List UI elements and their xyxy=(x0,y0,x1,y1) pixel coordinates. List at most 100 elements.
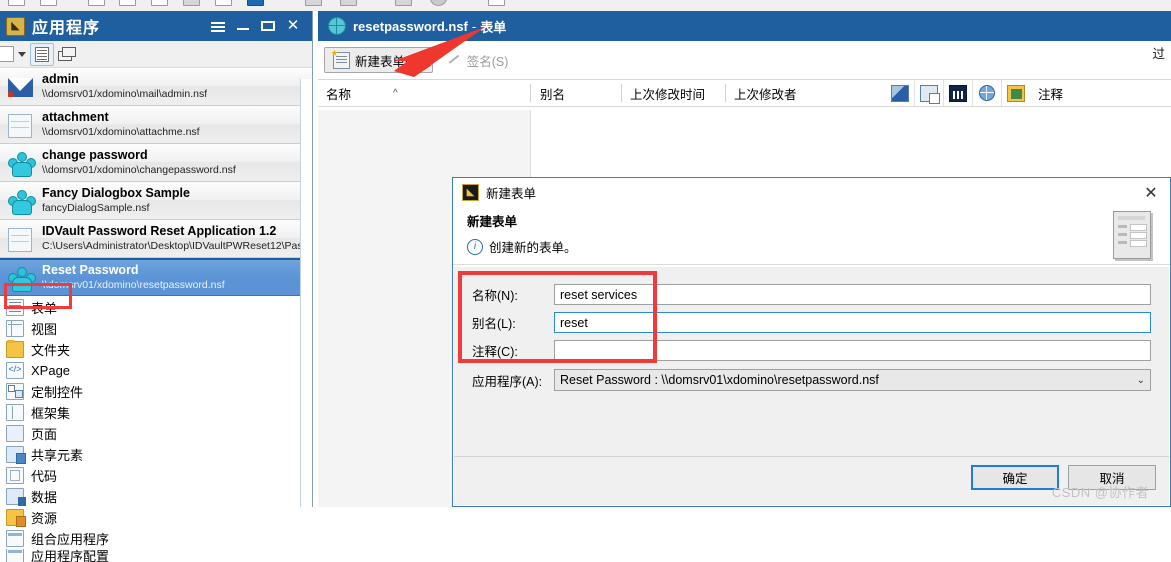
mail-icon xyxy=(8,74,34,100)
toolbar-icon[interactable] xyxy=(119,0,136,6)
column-header-name[interactable]: 名称 ^ xyxy=(326,80,398,106)
list-item-name: admin xyxy=(42,72,79,87)
page-icon xyxy=(6,425,24,442)
shared-elements-icon xyxy=(6,446,26,464)
sidebar-item-label: 定制控件 xyxy=(31,385,84,400)
chevron-down-icon: ⌄ xyxy=(1136,374,1145,386)
sidebar-item-label: 组合应用程序 xyxy=(31,532,110,547)
list-item-name: IDVault Password Reset Application 1.2 xyxy=(42,224,277,239)
list-item-name: Reset Password xyxy=(42,263,139,278)
dialog-app-icon: ◣ xyxy=(462,184,479,201)
notes-dark-icon[interactable] xyxy=(943,80,972,106)
top-toolbar-strip[interactable] xyxy=(0,0,1171,11)
column-header-modified[interactable]: 上次修改时间 xyxy=(630,80,705,106)
custom-control-icon xyxy=(6,383,24,400)
application-field-label: 应用程序(A): xyxy=(472,374,543,389)
sidebar-item-pages[interactable]: 页面 xyxy=(0,423,312,444)
dialog-title: 新建表单 xyxy=(486,187,537,201)
toolbar-icon[interactable] xyxy=(488,0,505,6)
cut-icon[interactable] xyxy=(886,80,914,106)
close-icon[interactable]: ✕ xyxy=(285,18,301,34)
sidebar-item-folders[interactable]: 文件夹 xyxy=(0,339,312,360)
sidebar-item-shared-elements[interactable]: 共享元素 xyxy=(0,444,312,465)
xpage-icon: </> xyxy=(6,362,24,379)
header-action-icons: 注释 xyxy=(886,80,1063,106)
folder-icon xyxy=(6,340,24,358)
toolbar-icon[interactable] xyxy=(215,0,232,6)
toolbar-icon[interactable] xyxy=(183,0,200,6)
ok-button[interactable]: 确定 xyxy=(971,465,1059,490)
chevron-down-icon[interactable] xyxy=(18,51,26,57)
sidebar-item-custom-controls[interactable]: 定制控件 xyxy=(0,381,312,402)
toolbar-icon[interactable] xyxy=(430,0,447,6)
form-preview-icon xyxy=(1113,211,1151,259)
dialog-subtext: 创建新的表单。 xyxy=(489,241,577,255)
list-item[interactable]: change password \\domsrv01/xdomino\chang… xyxy=(0,144,312,182)
globe-icon[interactable] xyxy=(972,80,1001,106)
filter-label[interactable]: 过 xyxy=(1152,43,1165,62)
list-item[interactable]: IDVault Password Reset Application 1.2 C… xyxy=(0,220,312,258)
column-header-alias[interactable]: 别名 xyxy=(540,80,565,106)
maximize-icon[interactable] xyxy=(260,18,276,34)
list-item[interactable]: Fancy Dialogbox Sample fancyDialogSample… xyxy=(0,182,312,220)
toolbar-icon[interactable] xyxy=(305,0,322,6)
composite-app-icon xyxy=(6,530,24,547)
dialog-heading: 新建表单 xyxy=(467,215,518,229)
list-item-path: C:\Users\Administrator\Desktop\IDVaultPW… xyxy=(42,239,312,252)
dialog-title-bar: ◣ 新建表单 ✕ xyxy=(453,178,1170,207)
column-header-modifier[interactable]: 上次修改者 xyxy=(734,80,797,106)
info-icon: i xyxy=(467,238,483,255)
window-controls: ✕ xyxy=(210,18,306,34)
data-icon xyxy=(6,488,26,506)
sidebar-item-framesets[interactable]: 框架集 xyxy=(0,402,312,423)
open-icon[interactable] xyxy=(0,46,14,62)
sidebar-item-views[interactable]: 视图 xyxy=(0,318,312,339)
list-icon xyxy=(35,46,49,62)
list-item-path: \\domsrv01/xdomino\mail\admin.nsf xyxy=(42,87,208,100)
sidebar-item-label: 数据 xyxy=(31,490,58,505)
design-element-tree: 表单 视图 文件夹 </> XPage 定制控件 框架集 页面 共享元素 代码 … xyxy=(0,296,312,562)
menu-icon[interactable] xyxy=(210,18,226,34)
toolbar-icon[interactable] xyxy=(8,0,25,6)
toolbar-icon[interactable] xyxy=(40,0,57,6)
toolbar-icon[interactable] xyxy=(88,0,105,6)
applications-toolbar[interactable] xyxy=(0,41,312,68)
annotation-box-forms xyxy=(4,283,72,309)
resources-icon xyxy=(6,509,26,527)
toolbar-icon[interactable] xyxy=(340,0,357,6)
sidebar-item-composite-applications[interactable]: 组合应用程序 xyxy=(0,528,312,549)
copy-icon[interactable] xyxy=(914,80,943,106)
list-item[interactable]: attachment \\domsrv01/xdomino\attachme.n… xyxy=(0,106,312,144)
column-divider[interactable] xyxy=(725,84,726,102)
sidebar-item-data[interactable]: 数据 xyxy=(0,486,312,507)
sidebar-scrollbar[interactable] xyxy=(300,79,312,507)
sidebar-item-code[interactable]: 代码 xyxy=(0,465,312,486)
header-icon-label: 注释 xyxy=(1038,87,1064,102)
new-form-icon xyxy=(331,49,350,69)
sidebar-item-label: XPage xyxy=(31,363,71,378)
properties-icon[interactable] xyxy=(1001,80,1030,106)
column-divider[interactable] xyxy=(621,84,622,102)
application-select[interactable]: Reset Password : \\domsrv01\xdomino\rese… xyxy=(554,369,1151,391)
list-item[interactable]: admin \\domsrv01/xdomino\mail\admin.nsf xyxy=(0,68,312,106)
sidebar-item-resources[interactable]: 资源 xyxy=(0,507,312,528)
show-list-button[interactable] xyxy=(30,42,54,66)
dialog-footer: 确定 取消 CSDN @协作者 xyxy=(454,456,1169,505)
application-field-row: 应用程序(A): Reset Password : \\domsrv01\xdo… xyxy=(472,369,1151,391)
annotation-arrow xyxy=(394,27,485,77)
sidebar-item-label: 页面 xyxy=(31,427,58,442)
sidebar-item-label: 框架集 xyxy=(31,406,71,421)
dialog-subtext-row: i 创建新的表单。 xyxy=(467,237,1156,256)
code-icon xyxy=(6,467,24,484)
close-icon[interactable]: ✕ xyxy=(1132,178,1170,207)
toolbar-icon[interactable] xyxy=(395,0,412,6)
cascade-windows-icon[interactable] xyxy=(58,47,76,61)
applications-title: 应用程序 xyxy=(32,20,101,37)
column-divider[interactable] xyxy=(530,84,531,102)
sidebar-item-xpages[interactable]: </> XPage xyxy=(0,360,312,381)
sidebar-item-label: 资源 xyxy=(31,511,58,526)
toolbar-icon[interactable] xyxy=(247,0,264,6)
sidebar-item-app-configuration[interactable]: 应用程序配置 xyxy=(0,549,312,562)
minimize-icon[interactable] xyxy=(235,18,251,34)
toolbar-icon[interactable] xyxy=(151,0,168,6)
